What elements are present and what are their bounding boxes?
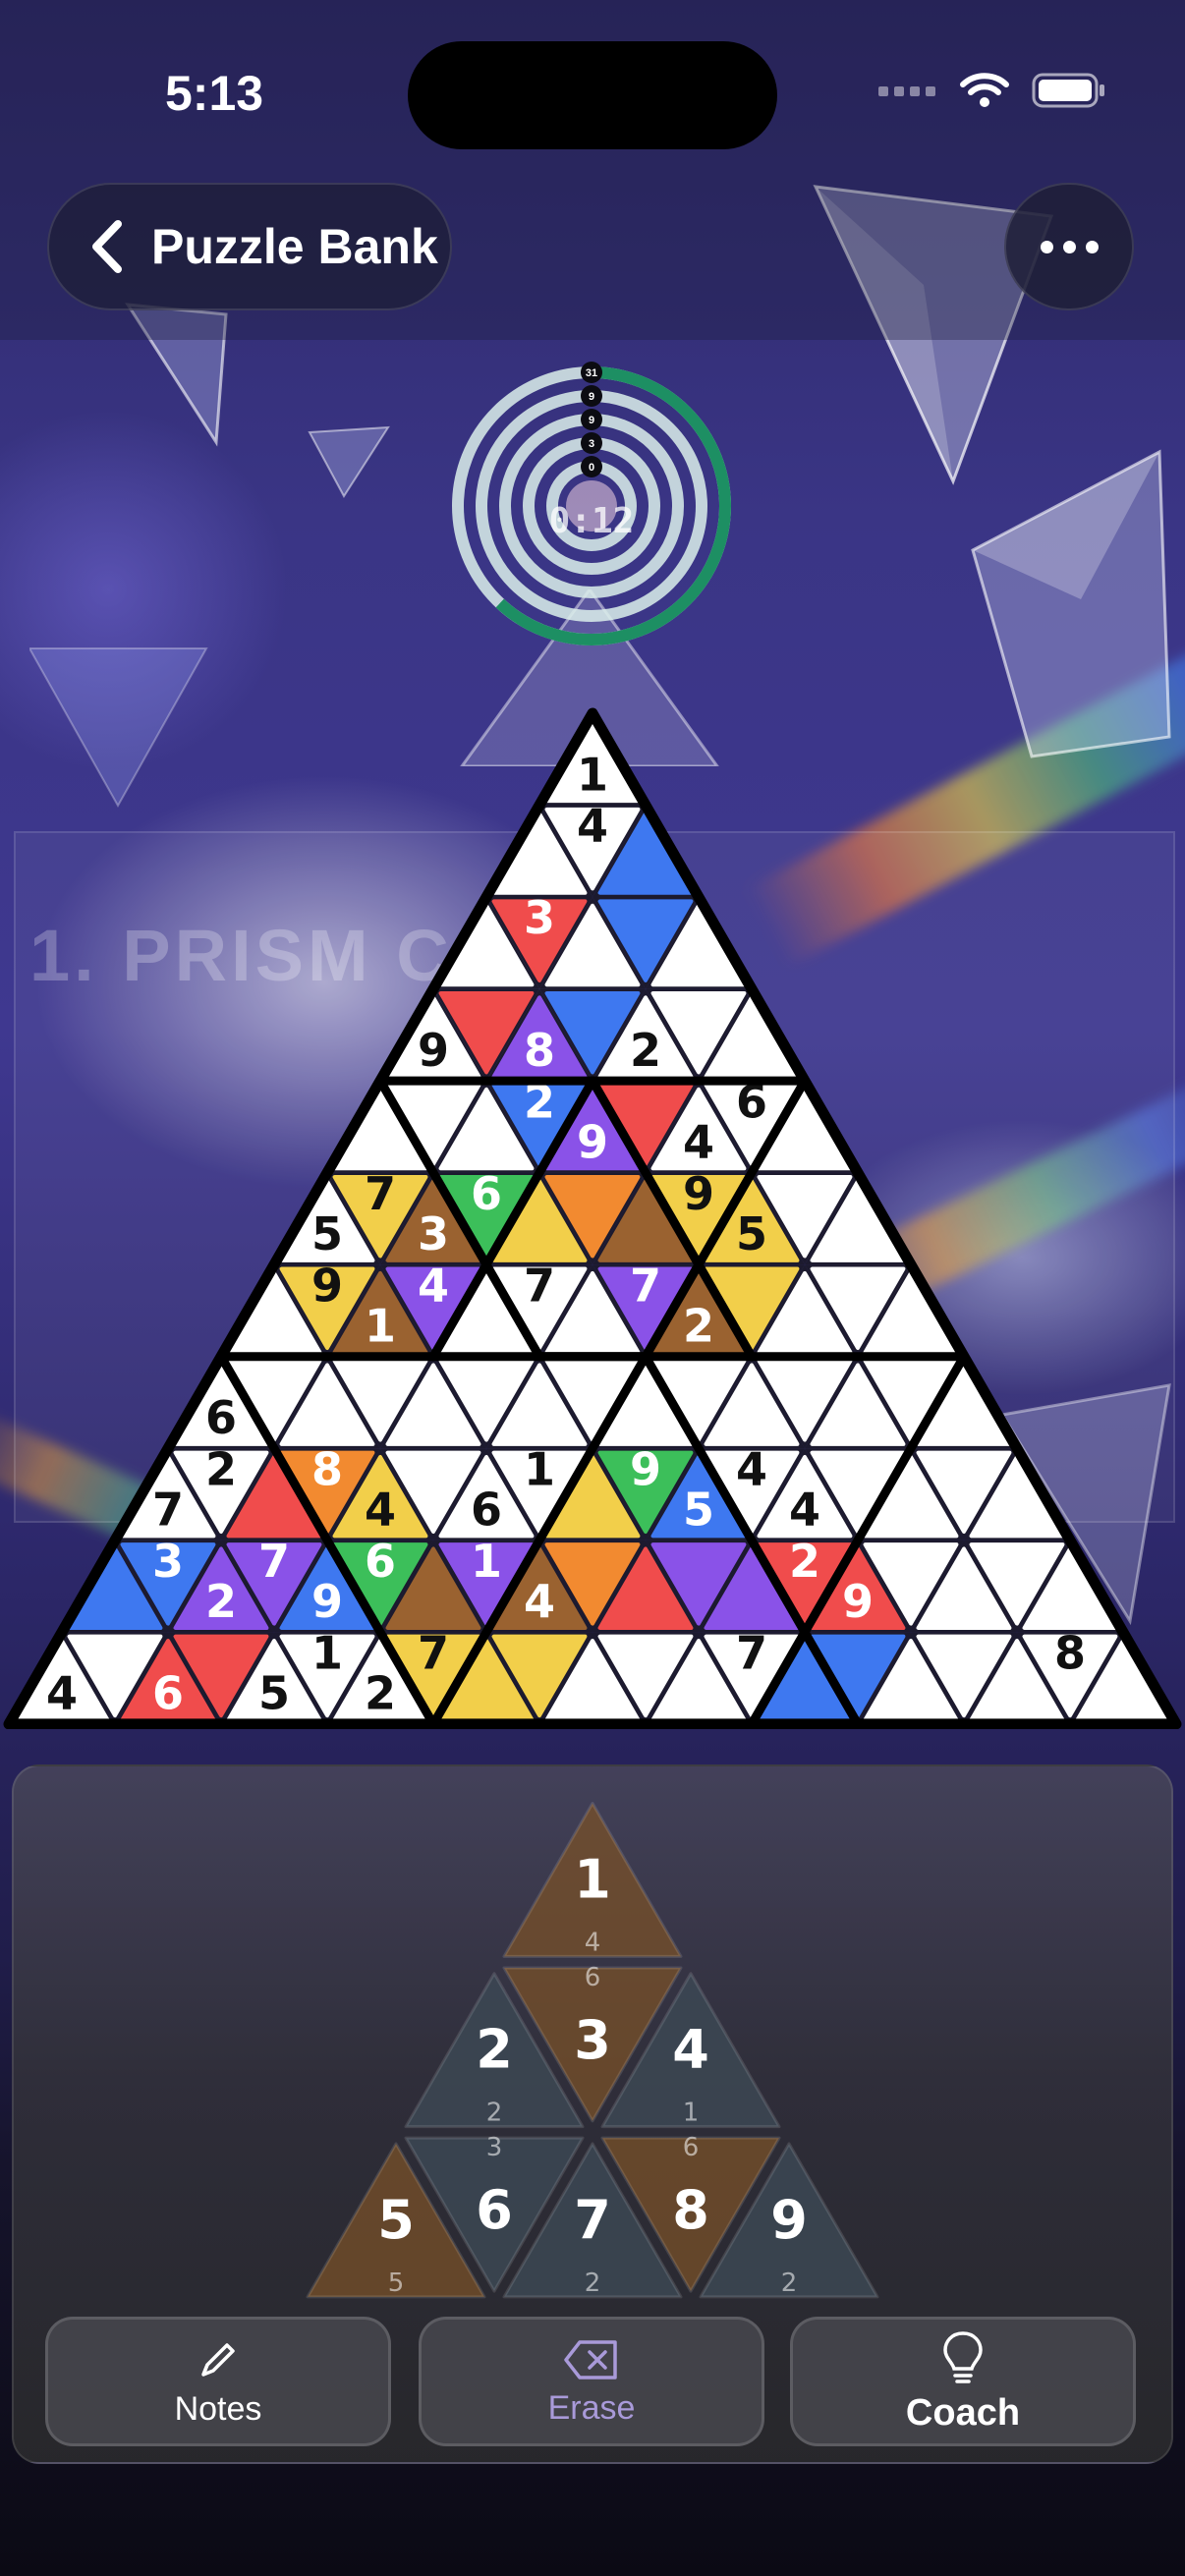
timer-text: 0:12 — [548, 501, 635, 541]
keypad-count: 6 — [683, 2133, 700, 2162]
cell-value: 4 — [789, 1484, 820, 1537]
cell-value: 7 — [736, 1626, 767, 1679]
more-icon-dot — [1062, 240, 1076, 253]
erase-button[interactable]: Erase — [419, 2317, 764, 2446]
cell-value: 1 — [365, 1300, 396, 1353]
cell-value: 7 — [630, 1259, 661, 1312]
timer-ring-label: 0 — [589, 462, 594, 474]
back-button-label: Puzzle Bank — [151, 219, 438, 274]
timer-ring-label: 9 — [589, 415, 594, 426]
keypad-digit: 8 — [672, 2179, 709, 2241]
cell-value: 7 — [152, 1484, 184, 1537]
cell-value: 7 — [524, 1259, 555, 1312]
cell-value: 8 — [524, 1024, 555, 1077]
keypad-digit: 7 — [574, 2189, 611, 2251]
cell-value: 3 — [152, 1535, 184, 1588]
dynamic-island — [408, 41, 777, 149]
crystal-decoration — [308, 425, 390, 498]
more-icon — [1040, 240, 1053, 253]
cell-value: 2 — [205, 1442, 237, 1495]
lightbulb-icon — [943, 2330, 983, 2383]
cell-value: 4 — [418, 1259, 449, 1312]
notes-button[interactable]: Notes — [45, 2317, 391, 2446]
cell-value: 6 — [471, 1167, 502, 1220]
keypad-count: 4 — [585, 1928, 601, 1957]
status-icons — [878, 71, 1106, 110]
cell-value: 4 — [577, 800, 608, 853]
keypad-digit: 2 — [476, 2019, 513, 2081]
cell-value: 3 — [524, 891, 555, 944]
keypad-count: 2 — [781, 2268, 798, 2298]
cell-value: 9 — [630, 1442, 661, 1495]
keypad-count: 5 — [388, 2268, 405, 2298]
cell-value: 1 — [311, 1626, 343, 1679]
keypad-key[interactable]: 14 — [502, 1802, 683, 1958]
back-button[interactable]: Puzzle Bank — [47, 183, 452, 310]
cell-value: 4 — [365, 1484, 396, 1537]
keypad-digit: 5 — [377, 2189, 415, 2251]
timer-ring-label: 9 — [589, 391, 594, 403]
cell-value: 2 — [205, 1575, 237, 1628]
cell-value: 2 — [789, 1535, 820, 1588]
cell-value: 2 — [683, 1300, 714, 1353]
cell-value: 1 — [524, 1442, 555, 1495]
pencil-icon — [201, 2342, 235, 2377]
timer-rings: 31 9 9 3 0 0:12 — [442, 354, 741, 658]
cell-value: 4 — [736, 1442, 767, 1495]
puzzle-board[interactable]: 1439 8 229 465736 95914 7 72672 84 61 954432796 14… — [0, 707, 1185, 1729]
keypad-digit: 9 — [770, 2189, 808, 2251]
cellular-signal-icon — [878, 86, 935, 96]
erase-icon — [564, 2339, 617, 2380]
cell-value: 8 — [1054, 1626, 1086, 1679]
cell-value: 9 — [842, 1575, 874, 1628]
keypad-count: 2 — [486, 2099, 503, 2128]
keypad-count: 2 — [585, 2268, 601, 2298]
cell-value: 6 — [205, 1391, 237, 1444]
notes-button-label: Notes — [174, 2389, 262, 2428]
battery-icon — [1032, 73, 1104, 108]
keypad-digit: 4 — [672, 2019, 709, 2081]
coach-button-label: Coach — [905, 2391, 1021, 2434]
cell-value: 5 — [258, 1667, 290, 1720]
status-time: 5:13 — [165, 66, 264, 121]
keypad-count: 3 — [486, 2133, 503, 2162]
cell-value: 6 — [365, 1535, 396, 1588]
wifi-icon — [960, 73, 1009, 107]
cell-value: 7 — [258, 1535, 290, 1588]
cell-value: 5 — [736, 1207, 767, 1260]
cell-value: 7 — [365, 1167, 396, 1220]
number-keypad[interactable]: 142236415563728692 — [0, 1764, 1185, 2315]
cell-value: 4 — [524, 1575, 555, 1628]
cell-value: 2 — [630, 1024, 661, 1077]
keypad-digit: 1 — [574, 1848, 611, 1910]
keypad-count: 1 — [683, 2099, 700, 2128]
cell-value: 5 — [311, 1207, 343, 1260]
cell-value: 9 — [311, 1575, 343, 1628]
cell-value: 3 — [418, 1207, 449, 1260]
cell-value: 6 — [152, 1667, 184, 1720]
cell-value: 4 — [46, 1667, 78, 1720]
keypad-count: 6 — [585, 1963, 601, 1992]
cell-value: 9 — [311, 1259, 343, 1312]
coach-button[interactable]: Coach — [790, 2317, 1136, 2446]
timer-ring-label: 3 — [589, 438, 594, 450]
cell-value: 8 — [311, 1442, 343, 1495]
cell-value: 1 — [471, 1535, 502, 1588]
more-options-button[interactable] — [1004, 183, 1134, 310]
cell-value: 9 — [418, 1024, 449, 1077]
more-icon-dot — [1085, 240, 1099, 253]
keypad-digit: 3 — [574, 2009, 611, 2071]
erase-button-label: Erase — [547, 2388, 636, 2427]
cell-value: 2 — [365, 1667, 396, 1720]
timer-ring-label: 31 — [586, 367, 597, 379]
cell-value: 7 — [418, 1626, 449, 1679]
cell-value: 5 — [683, 1484, 714, 1537]
cell-value: 1 — [577, 748, 608, 801]
cell-value: 9 — [577, 1115, 608, 1168]
cell-value: 6 — [471, 1484, 502, 1537]
keypad-digit: 6 — [476, 2179, 513, 2241]
chevron-left-icon — [92, 220, 122, 273]
cell-value: 9 — [683, 1167, 714, 1220]
cell-value: 4 — [683, 1115, 714, 1168]
